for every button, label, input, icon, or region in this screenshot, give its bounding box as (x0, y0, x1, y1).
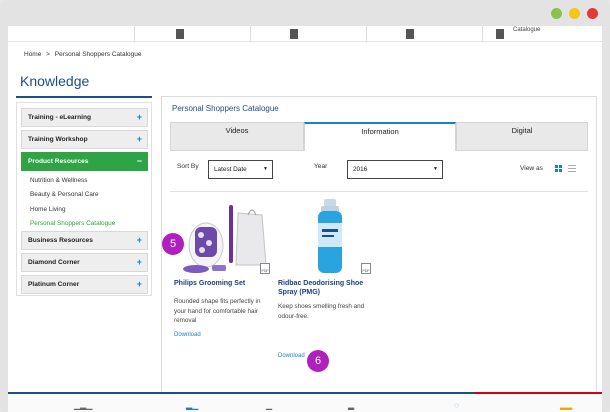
panel-title: Personal Shoppers Catalogue (172, 104, 279, 113)
web-page: Catalogue Home > Personal Shoppers Catal… (8, 26, 602, 412)
sort-by-value: Latest Date (214, 166, 247, 173)
catalogue-nav-icon[interactable] (496, 29, 504, 39)
green-dot-icon[interactable] (551, 8, 562, 19)
product-name-line: Spray (PMG) (278, 289, 321, 296)
sidebar-item-label: Platinum Corner (28, 281, 80, 288)
year-label: Year (314, 163, 328, 170)
partner-logo[interactable]: ▂▂ (560, 401, 572, 410)
product-description: Rounded shape fits perfectly in your han… (174, 297, 274, 326)
description-line: your hand for comfortable hair (174, 307, 259, 315)
window-controls (551, 8, 598, 19)
sidebar-item-label: Training - eLearning (28, 114, 92, 121)
description-line: Keep shoes smelling fresh and (278, 303, 365, 310)
sidebar-item-product-resources[interactable]: Product Resources − (21, 152, 148, 171)
download-link[interactable]: Download (278, 353, 305, 359)
expand-plus-icon[interactable]: + (137, 276, 142, 293)
sidebar-item-label: Training Workshop (28, 136, 88, 143)
partner-logo[interactable]: ▁▂▁ (74, 401, 92, 410)
dropdown-arrow-icon: ▼ (263, 166, 268, 172)
breadcrumb-separator: > (46, 51, 50, 58)
nav-icon[interactable] (406, 29, 414, 39)
partner-logo[interactable]: ▂ (348, 401, 354, 410)
sidebar-subitem-home-living[interactable]: Home Living (30, 206, 66, 213)
download-link[interactable]: Download (174, 332, 201, 338)
top-navigation: Catalogue (8, 26, 602, 42)
description-line: removal (174, 317, 197, 324)
breadcrumb-current: Personal Shoppers Catalogue (54, 51, 142, 58)
sidebar-item-label: Business Resources (28, 237, 93, 244)
year-select[interactable]: 2016 ▼ (347, 160, 443, 179)
step-badge-6: 6 (307, 350, 329, 372)
sidebar-item-training-elearning[interactable]: Training - eLearning + (21, 108, 148, 127)
expand-plus-icon[interactable]: + (137, 254, 142, 271)
product-description: Keep shoes smelling fresh and odour-free… (278, 302, 378, 321)
sidebar: Training - eLearning + Training Workshop… (16, 102, 152, 296)
page-title: Knowledge (20, 73, 90, 89)
sidebar-subitem-beauty-personal-care[interactable]: Beauty & Personal Care (30, 191, 99, 198)
collapse-minus-icon[interactable]: − (137, 153, 142, 170)
product-name[interactable]: Philips Grooming Set (174, 279, 245, 288)
nav-icon[interactable] (176, 29, 184, 39)
dropdown-arrow-icon: ▼ (433, 166, 438, 172)
sidebar-item-training-workshop[interactable]: Training Workshop + (21, 130, 148, 149)
nav-divider (366, 26, 367, 42)
browser-window: Catalogue Home > Personal Shoppers Catal… (0, 0, 610, 412)
view-as-label: View as (520, 165, 543, 172)
breadcrumb-home-link[interactable]: Home (24, 51, 41, 58)
yellow-dot-icon[interactable] (569, 8, 580, 19)
red-dot-icon[interactable] (587, 8, 598, 19)
tab-bar: Videos Information Digital (170, 122, 588, 151)
sidebar-item-label: Product Resources (28, 158, 89, 165)
pdf-file-icon[interactable]: PDF (361, 263, 371, 274)
sort-by-select[interactable]: Latest Date ▼ (208, 160, 273, 179)
sidebar-subitem-personal-shoppers-catalogue[interactable]: Personal Shoppers Catalogue (30, 220, 115, 227)
nav-divider (134, 26, 135, 42)
expand-plus-icon[interactable]: + (137, 131, 142, 148)
nav-divider (250, 26, 251, 42)
description-line: odour-free. (278, 312, 309, 320)
sort-by-label: Sort By (177, 163, 199, 170)
year-value: 2016 (353, 166, 368, 173)
nav-divider (482, 26, 483, 42)
pdf-file-icon[interactable]: PDF (260, 263, 270, 274)
breadcrumb: Home > Personal Shoppers Catalogue (24, 51, 145, 58)
tab-videos[interactable]: Videos (170, 122, 304, 151)
title-underline (16, 96, 152, 98)
product-name-line: Ridbac Deodorising Shoe (278, 280, 364, 287)
sidebar-item-label: Diamond Corner (28, 259, 80, 266)
partner-logo[interactable]: ▂▁ (186, 401, 198, 410)
catalogue-panel: Personal Shoppers Catalogue Videos Infor… (161, 96, 597, 398)
sidebar-item-diamond-corner[interactable]: Diamond Corner + (21, 253, 148, 272)
expand-plus-icon[interactable]: + (137, 109, 142, 126)
sidebar-subitem-nutrition-wellness[interactable]: Nutrition & Wellness (30, 177, 87, 184)
philips-grooming-set-image[interactable] (176, 203, 268, 277)
sidebar-item-business-resources[interactable]: Business Resources + (21, 231, 148, 250)
grid-view-icon[interactable] (555, 165, 562, 172)
expand-plus-icon[interactable]: + (137, 232, 142, 249)
nav-icon[interactable] (290, 29, 298, 39)
partner-logo[interactable]: ▁ (266, 401, 272, 410)
footer-logo-strip: ▁▂▁ ▂▁ ▁ ▂ ◌ ▂▂ (8, 394, 602, 412)
sidebar-item-platinum-corner[interactable]: Platinum Corner + (21, 275, 148, 294)
filter-divider (170, 191, 588, 192)
tab-digital[interactable]: Digital (456, 122, 588, 151)
description-line: Rounded shape fits perfectly in (174, 298, 261, 305)
tab-information[interactable]: Information (304, 122, 456, 151)
product-name[interactable]: Ridbac Deodorising Shoe Spray (PMG) (278, 279, 378, 297)
list-view-icon[interactable] (568, 165, 576, 172)
step-badge-5: 5 (162, 233, 184, 255)
catalogue-nav-label[interactable]: Catalogue (513, 27, 540, 33)
ridbac-shoe-spray-image[interactable] (312, 199, 352, 277)
partner-logo[interactable]: ◌ (454, 401, 459, 410)
